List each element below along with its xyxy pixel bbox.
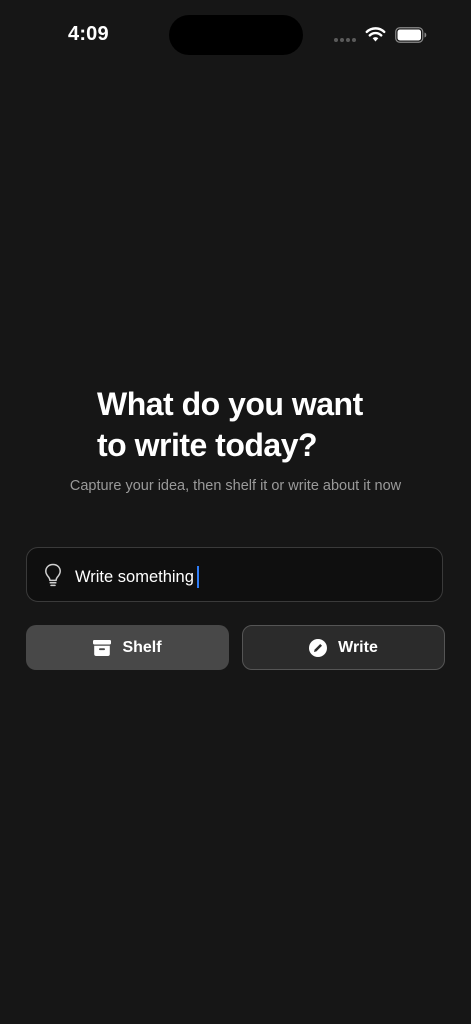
status-time: 4:09 [68,23,109,45]
headline-line-1: What do you want [97,386,363,422]
shelf-button[interactable]: Shelf [26,625,229,670]
idea-input[interactable]: Write something [26,547,443,602]
idea-input-field[interactable]: Write something [75,566,199,588]
shelf-button-label: Shelf [122,638,162,656]
dynamic-island [169,15,303,55]
app-screen: 4:09 What do you want to write today? Ca… [0,0,471,1024]
pencil-circle-icon [309,638,328,657]
archive-box-icon [93,639,112,656]
battery-icon [395,27,427,43]
idea-input-value: Write something [75,567,194,586]
wifi-icon [365,27,386,42]
status-bar: 4:09 [0,0,471,70]
cellular-signal-icon [334,38,356,42]
lightbulb-icon [45,563,61,587]
write-button[interactable]: Write [242,625,445,670]
page-title: What do you want to write today? [97,384,417,466]
page-subtitle: Capture your idea, then shelf it or writ… [69,478,402,494]
headline-line-2: to write today? [97,427,318,463]
text-caret [196,566,199,588]
write-button-label: Write [338,638,378,656]
